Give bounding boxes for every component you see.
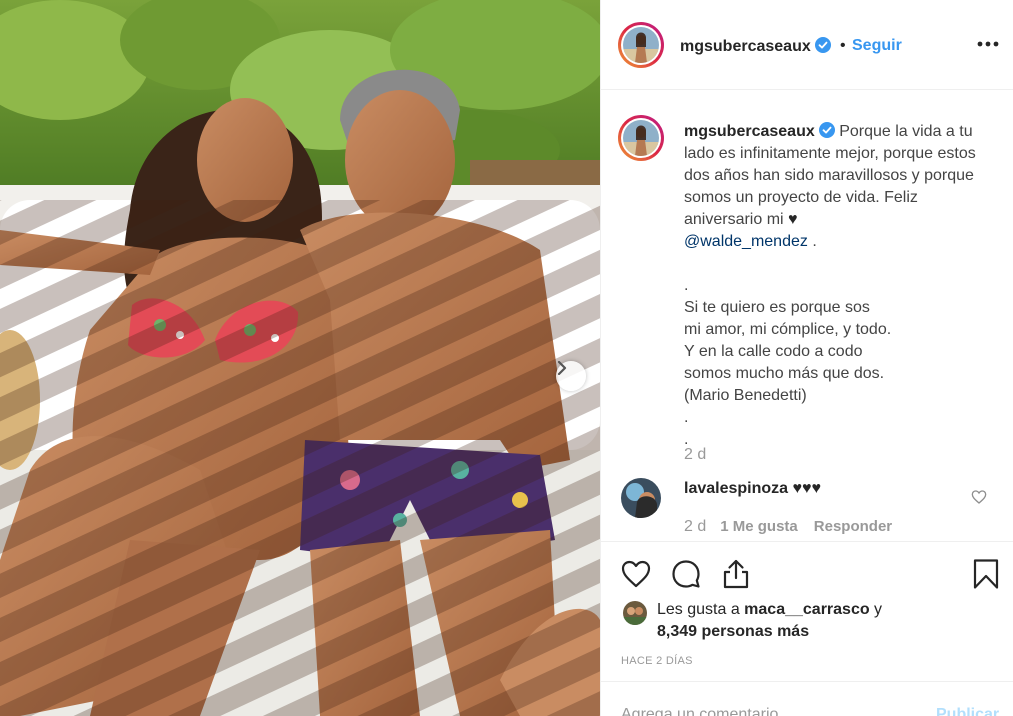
- post-photo[interactable]: [0, 0, 600, 716]
- comment-text: lavalespinoza ♥♥♥: [684, 480, 821, 498]
- poem-line: .: [684, 277, 689, 294]
- comment-likes-button[interactable]: 1 Me gusta: [720, 518, 798, 535]
- author-avatar[interactable]: [618, 22, 664, 68]
- caption-author-username[interactable]: mgsubercaseaux: [684, 122, 835, 140]
- caption-author-avatar[interactable]: [618, 115, 664, 161]
- commenter-username[interactable]: lavalespinoza: [684, 480, 788, 497]
- comments-list[interactable]: mgsubercaseaux Porque la vida a tu lado …: [601, 91, 1013, 541]
- caption-timestamp[interactable]: 2 d: [684, 446, 706, 464]
- share-icon[interactable]: [720, 558, 752, 590]
- post-timestamp[interactable]: HACE 2 DÍAS: [621, 655, 693, 667]
- comment-icon[interactable]: [670, 558, 702, 590]
- reply-button[interactable]: Responder: [814, 518, 892, 535]
- likes-suffix: y: [869, 601, 883, 618]
- post-photo-illustration: [0, 0, 600, 716]
- bookmark-icon[interactable]: [970, 558, 1002, 590]
- liker-avatar[interactable]: [623, 601, 647, 625]
- heart-small-icon[interactable]: [971, 489, 987, 505]
- more-options-icon[interactable]: [976, 36, 1000, 52]
- post-header: mgsubercaseaux • Seguir: [601, 0, 1013, 90]
- heart-icon[interactable]: [620, 558, 652, 590]
- poem-line: Y en la calle codo a codo: [684, 343, 863, 360]
- avatar-image: [623, 120, 659, 156]
- poem-line: Si te quiero es porque sos: [684, 299, 870, 316]
- comment-timestamp[interactable]: 2 d: [684, 518, 706, 535]
- caption-end: .: [807, 233, 817, 250]
- caption-author-username-text[interactable]: mgsubercaseaux: [684, 123, 815, 140]
- add-comment-bar: Publicar: [601, 681, 1013, 716]
- likes-text: Les gusta a maca__carrasco y: [657, 601, 882, 619]
- chevron-right-icon: [557, 361, 567, 375]
- poem-line: .: [684, 409, 689, 426]
- action-bar: [601, 541, 1013, 601]
- follow-button[interactable]: Seguir: [852, 37, 902, 55]
- caption-text: mgsubercaseaux Porque la vida a tu lado …: [684, 121, 994, 451]
- header-separator: •: [840, 37, 846, 54]
- commenter-avatar[interactable]: [621, 478, 661, 518]
- likes-prefix: Les gusta a: [657, 601, 745, 618]
- avatar-image: [621, 478, 661, 518]
- comment-body: ♥♥♥: [792, 480, 822, 497]
- post-details-pane: mgsubercaseaux • Seguir mgsubercaseaux P…: [600, 0, 1013, 716]
- caption-mention-link[interactable]: @walde_mendez: [684, 233, 808, 250]
- verified-badge-icon: [814, 37, 831, 53]
- author-username-text[interactable]: mgsubercaseaux: [680, 38, 811, 55]
- avatar-image: [623, 601, 647, 625]
- likes-count-button[interactable]: 8,349 personas más: [657, 623, 809, 641]
- poem-line: somos mucho más que dos.: [684, 365, 885, 382]
- liker-username[interactable]: maca__carrasco: [744, 601, 869, 618]
- caption-heart: ♥: [788, 211, 798, 228]
- publish-button[interactable]: Publicar: [936, 706, 999, 716]
- author-username[interactable]: mgsubercaseaux: [680, 37, 831, 56]
- comment-input[interactable]: [621, 706, 911, 716]
- verified-badge-icon: [818, 122, 835, 138]
- comment-meta: 2 d 1 Me gusta Responder: [684, 518, 892, 536]
- poem-line: (Mario Benedetti): [684, 387, 807, 404]
- avatar-image: [623, 27, 659, 63]
- next-photo-button[interactable]: [556, 361, 586, 391]
- poem-line: mi amor, mi cómplice, y todo.: [684, 321, 892, 338]
